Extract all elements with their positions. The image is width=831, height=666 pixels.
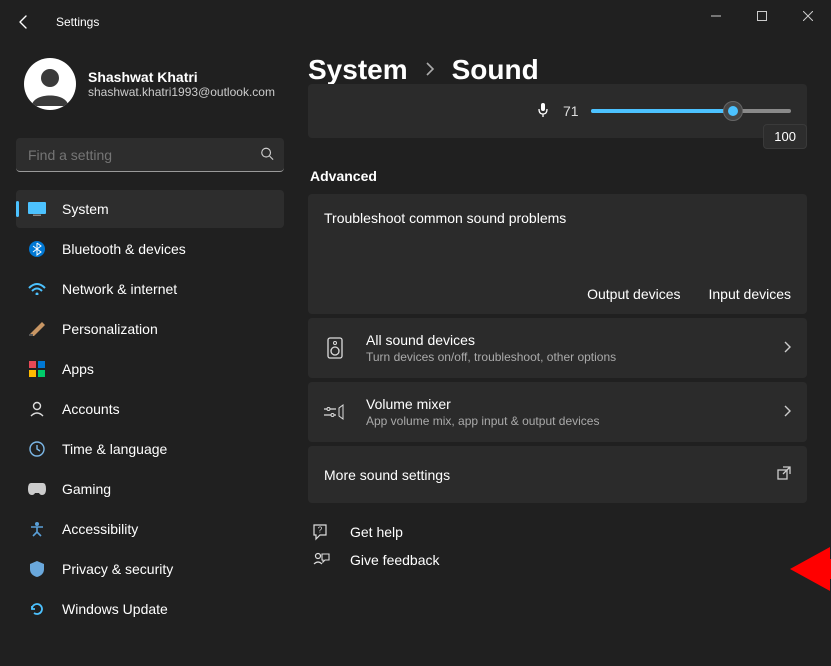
titlebar: Settings	[0, 0, 831, 44]
sidebar-item-label: Personalization	[62, 321, 158, 337]
maximize-icon	[757, 11, 767, 21]
accessibility-icon	[28, 520, 46, 538]
bluetooth-icon	[28, 240, 46, 258]
help-links: ? Get help Give feedback	[308, 523, 807, 569]
profile-text: Shashwat Khatri shashwat.khatri1993@outl…	[88, 69, 275, 99]
sidebar-item-label: Privacy & security	[62, 561, 173, 577]
chevron-right-icon	[783, 404, 791, 420]
chevron-right-icon	[424, 62, 436, 79]
profile-name: Shashwat Khatri	[88, 69, 275, 85]
give-feedback-link[interactable]: Give feedback	[310, 551, 807, 569]
mixer-icon	[324, 404, 346, 420]
profile-email: shashwat.khatri1993@outlook.com	[88, 85, 275, 99]
microphone-icon[interactable]	[535, 102, 551, 121]
network-icon	[28, 280, 46, 298]
sidebar-item-label: Bluetooth & devices	[62, 241, 186, 257]
sidebar-item-apps[interactable]: Apps	[16, 350, 284, 388]
time-icon	[28, 440, 46, 458]
nav: System Bluetooth & devices Network & int…	[16, 190, 284, 628]
sidebar-item-gaming[interactable]: Gaming	[16, 470, 284, 508]
content: System Sound Volume 71	[300, 44, 831, 666]
window-controls	[693, 0, 831, 32]
sidebar-item-system[interactable]: System	[16, 190, 284, 228]
sidebar-item-label: Time & language	[62, 441, 167, 457]
mixer-sub: App volume mix, app input & output devic…	[366, 414, 763, 428]
profile[interactable]: Shashwat Khatri shashwat.khatri1993@outl…	[24, 58, 284, 110]
volume-slider[interactable]	[591, 99, 791, 123]
troubleshoot-card: Troubleshoot common sound problems Outpu…	[308, 194, 807, 314]
sidebar-item-label: Gaming	[62, 481, 111, 497]
breadcrumb-current: Sound	[452, 54, 539, 86]
all-devices-title: All sound devices	[366, 332, 763, 348]
svg-text:?: ?	[318, 526, 323, 535]
sidebar-item-accessibility[interactable]: Accessibility	[16, 510, 284, 548]
get-help-label: Get help	[350, 524, 403, 540]
close-icon	[803, 11, 813, 21]
sidebar-item-time[interactable]: Time & language	[16, 430, 284, 468]
volume-value: 71	[563, 103, 579, 119]
troubleshoot-title: Troubleshoot common sound problems	[324, 210, 791, 226]
sidebar-item-privacy[interactable]: Privacy & security	[16, 550, 284, 588]
back-button[interactable]	[10, 8, 38, 36]
volume-row: Volume 71	[308, 84, 807, 138]
arrow-left-icon	[16, 14, 32, 30]
system-icon	[28, 200, 46, 218]
sidebar: Shashwat Khatri shashwat.khatri1993@outl…	[0, 44, 300, 666]
search-icon	[260, 147, 274, 164]
section-label-advanced: Advanced	[310, 168, 807, 184]
speaker-icon	[324, 337, 346, 359]
sidebar-item-label: Apps	[62, 361, 94, 377]
sidebar-item-label: Accessibility	[62, 521, 138, 537]
apps-icon	[28, 360, 46, 378]
chevron-right-icon	[783, 340, 791, 356]
sidebar-item-network[interactable]: Network & internet	[16, 270, 284, 308]
accounts-icon	[28, 400, 46, 418]
app-title: Settings	[56, 15, 99, 29]
troubleshoot-output-button[interactable]: Output devices	[587, 286, 680, 302]
sidebar-item-label: Windows Update	[62, 601, 168, 617]
breadcrumb: System Sound	[308, 54, 807, 86]
sidebar-item-label: Accounts	[62, 401, 120, 417]
all-devices-sub: Turn devices on/off, troubleshoot, other…	[366, 350, 763, 364]
all-sound-devices-item[interactable]: All sound devices Turn devices on/off, t…	[308, 318, 807, 378]
sidebar-item-label: Network & internet	[62, 281, 177, 297]
minimize-button[interactable]	[693, 0, 739, 32]
feedback-icon	[310, 551, 332, 569]
gaming-icon	[28, 480, 46, 498]
give-feedback-label: Give feedback	[350, 552, 440, 568]
mixer-title: Volume mixer	[366, 396, 763, 412]
avatar	[24, 58, 76, 110]
troubleshoot-input-button[interactable]: Input devices	[709, 286, 792, 302]
external-link-icon	[777, 466, 791, 483]
update-icon	[28, 600, 46, 618]
close-button[interactable]	[785, 0, 831, 32]
sidebar-item-accounts[interactable]: Accounts	[16, 390, 284, 428]
search-input[interactable]	[16, 138, 284, 172]
search-wrap	[16, 138, 284, 172]
sidebar-item-label: System	[62, 201, 109, 217]
volume-tooltip: 100	[763, 124, 807, 149]
minimize-icon	[711, 11, 721, 21]
maximize-button[interactable]	[739, 0, 785, 32]
more-settings-title: More sound settings	[324, 467, 757, 483]
breadcrumb-parent[interactable]: System	[308, 54, 408, 86]
privacy-icon	[28, 560, 46, 578]
sidebar-item-bluetooth[interactable]: Bluetooth & devices	[16, 230, 284, 268]
get-help-link[interactable]: ? Get help	[310, 523, 807, 541]
sidebar-item-personalization[interactable]: Personalization	[16, 310, 284, 348]
help-icon: ?	[310, 523, 332, 541]
sidebar-item-update[interactable]: Windows Update	[16, 590, 284, 628]
more-sound-settings-item[interactable]: More sound settings	[308, 446, 807, 503]
volume-mixer-item[interactable]: Volume mixer App volume mix, app input &…	[308, 382, 807, 442]
personalization-icon	[28, 320, 46, 338]
